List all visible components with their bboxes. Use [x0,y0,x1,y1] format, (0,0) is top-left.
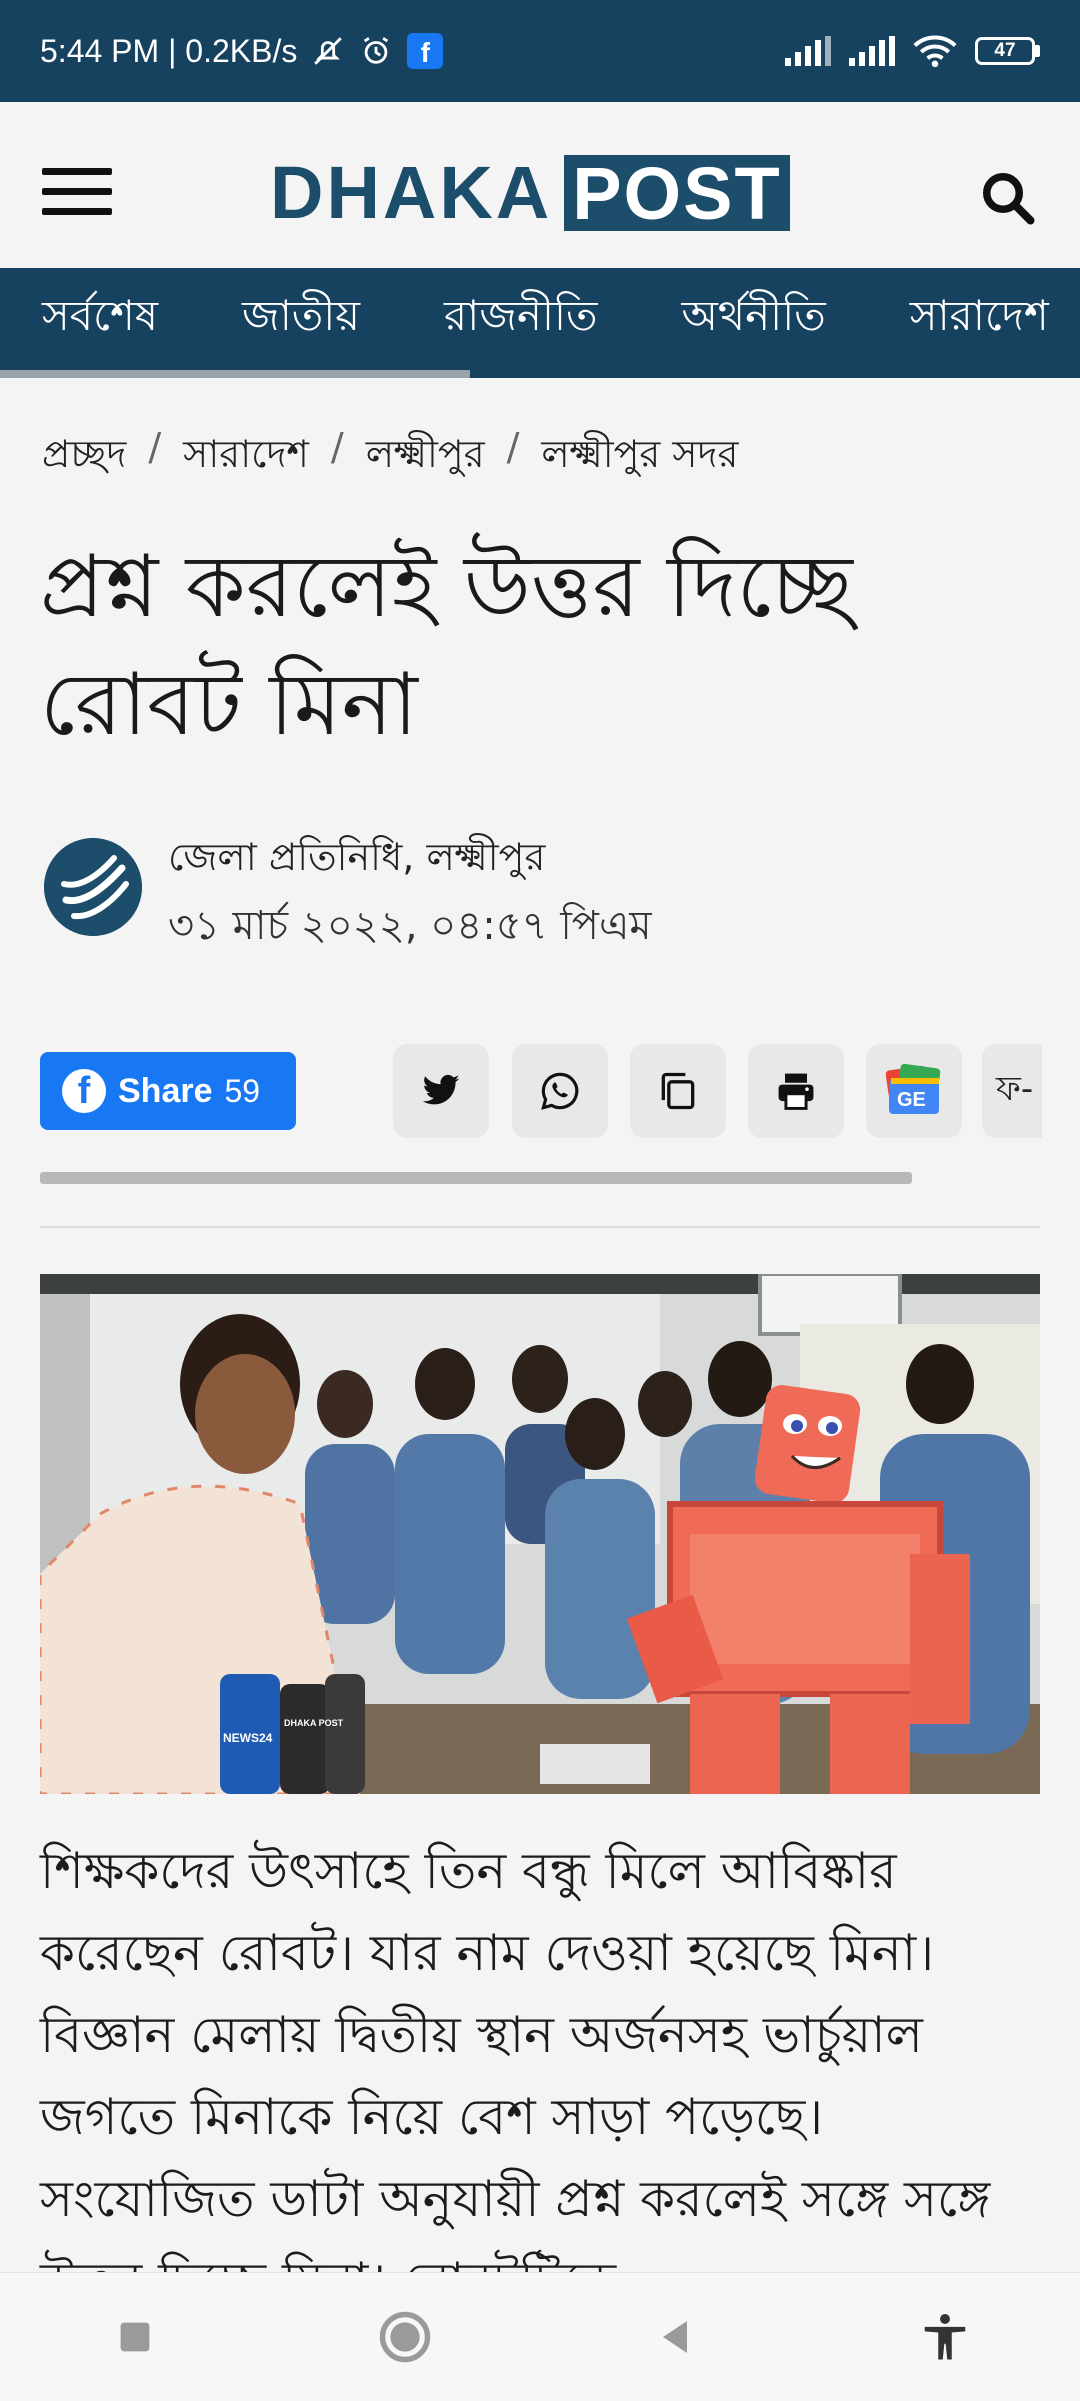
dhaka-post-logo[interactable]: DHAKA POST [270,151,790,235]
category-tab-latest[interactable]: সর্বশেষ [0,283,200,354]
print-button[interactable] [748,1044,844,1138]
breadcrumb: প্রচ্ছদ / সারাদেশ / লক্ষ্মীপুর / লক্ষ্মী… [42,425,738,489]
more-share-button[interactable]: ফ- [982,1044,1042,1138]
breadcrumb-district[interactable]: লক্ষ্মীপুর [366,425,485,489]
wifi-icon [913,35,957,68]
recents-button[interactable] [90,2292,180,2382]
logo-text-right: POST [564,152,790,235]
home-button[interactable] [360,2292,450,2382]
search-icon[interactable] [978,168,1038,228]
facebook-notification-icon: f [407,33,444,69]
share-row-scrollbar[interactable] [40,1172,912,1184]
back-triangle-icon [663,2321,687,2353]
mic-label-dhaka-post: DHAKA POST [284,1718,344,1728]
facebook-share-button[interactable]: f Share 59 [40,1052,296,1130]
bell-off-icon [314,37,343,65]
whatsapp-share-button[interactable] [512,1044,608,1138]
logo-text-left: DHAKA [270,151,553,234]
site-header: DHAKA POST [0,102,1080,269]
category-nav: সর্বশেষ জাতীয় রাজনীতি অর্থনীতি সারাদেশ [0,268,1080,378]
system-nav-bar [0,2272,1080,2401]
google-news-button[interactable]: GE [866,1044,962,1138]
signal-icon-2 [849,36,895,66]
publish-date: ৩১ মার্চ ২০২২, ০৪:৫৭ পিএম [168,903,652,949]
breadcrumb-separator: / [148,425,162,469]
mic-label-news24: NEWS24 [223,1731,273,1745]
status-time: 5:44 PM | 0.2KB/s [40,32,298,69]
whatsapp-icon [541,1072,579,1110]
twitter-icon [422,1074,460,1105]
battery-icon: 47 [975,37,1040,65]
facebook-icon: f [62,1069,106,1113]
breadcrumb-upazila[interactable]: লক্ষ্মীপুর সদর [541,425,738,489]
copy-link-button[interactable] [630,1044,726,1138]
category-tab-national[interactable]: জাতীয় [200,283,402,354]
copy-icon [661,1072,695,1110]
print-icon [778,1073,814,1110]
article-title: প্রশ্ন করলেই উত্তর দিচ্ছে রোবট মিনা [40,537,853,755]
back-button[interactable] [630,2292,720,2382]
signal-icon [785,36,831,66]
twitter-share-button[interactable] [393,1044,489,1138]
category-scroll-indicator [0,370,470,378]
facebook-share-label: Share [118,1071,213,1110]
accessibility-button[interactable] [900,2292,990,2382]
svg-text:GE: GE [897,1089,926,1111]
breadcrumb-country[interactable]: সারাদেশ [183,425,309,489]
facebook-share-count: 59 [224,1072,261,1109]
breadcrumb-home[interactable]: প্রচ্ছদ [42,425,126,489]
hamburger-menu-icon[interactable] [42,168,112,218]
divider [40,1226,1040,1228]
category-tab-politics[interactable]: রাজনীতি [402,283,639,354]
status-bar: 5:44 PM | 0.2KB/s f 47 [0,0,1080,102]
article-body: শিক্ষকদের উৎসাহে তিন বন্ধু মিলে আবিষ্কার… [40,1842,991,2310]
article-photo: NEWS24 DHAKA POST [40,1274,1040,1794]
author-name[interactable]: জেলা প্রতিনিধি, লক্ষ্মীপুর [168,828,545,892]
square-icon [120,2322,150,2352]
category-tab-country[interactable]: সারাদেশ [868,283,1080,354]
accessibility-icon [924,2314,966,2360]
google-news-icon: GE [885,1064,941,1114]
circle-icon [379,2311,431,2363]
breadcrumb-separator: / [506,425,520,469]
breadcrumb-separator: / [330,425,344,469]
alarm-icon [364,37,389,64]
author-avatar [44,838,142,936]
category-tab-economy[interactable]: অর্থনীতি [640,283,868,354]
